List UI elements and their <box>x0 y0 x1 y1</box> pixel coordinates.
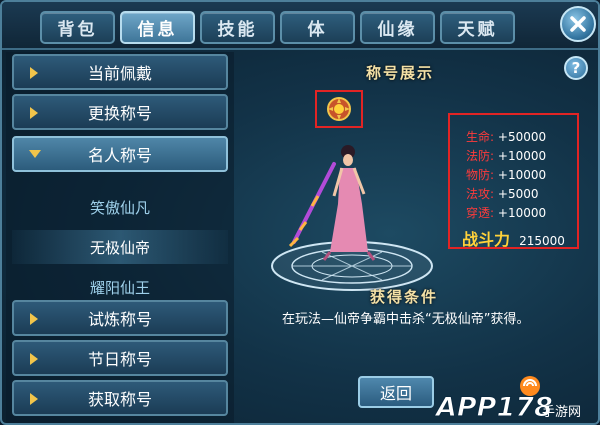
stat-value: +10000 <box>497 168 547 182</box>
sub-item-title-selected[interactable]: 无极仙帝 <box>12 230 228 264</box>
menu-label: 更换称号 <box>87 104 152 123</box>
stat-value: +10000 <box>497 206 547 220</box>
app178-watermark-logo: APP178 手游网 <box>434 376 581 423</box>
tab-body[interactable]: 体 <box>280 11 355 44</box>
character-figure-icon <box>288 145 376 261</box>
watermark-sub-text: 手游网 <box>542 405 581 420</box>
tab-info[interactable]: 信息 <box>120 11 195 44</box>
help-icon: ? <box>571 59 581 77</box>
tab-skills[interactable]: 技能 <box>200 11 275 44</box>
stat-key: 法攻 <box>466 187 491 201</box>
display-title: 称号展示 <box>366 64 435 82</box>
combat-power-label: 战斗力 <box>462 230 511 249</box>
stat-row: 法攻: +5000 <box>466 187 539 201</box>
menu-label: 获取称号 <box>87 390 152 409</box>
chevron-right-icon <box>30 313 38 325</box>
stat-row: 穿透: +10000 <box>466 206 547 220</box>
menu-festival-title[interactable]: 节日称号 <box>12 340 228 376</box>
menu-label: 当前佩戴 <box>87 64 152 83</box>
chevron-right-icon <box>30 107 38 119</box>
stat-key: 物防 <box>466 168 491 182</box>
tab-fate[interactable]: 仙缘 <box>360 11 435 44</box>
stat-key: 生命 <box>466 130 491 144</box>
combat-power-value: 215000 <box>519 234 565 248</box>
stats-panel: 生命: +50000 法防: +10000 物防: +10000 法攻: +50… <box>448 113 579 249</box>
menu-change-title[interactable]: 更换称号 <box>12 94 228 130</box>
watermark-main-text: APP178 <box>434 392 553 423</box>
title-badge-icon[interactable] <box>326 96 352 122</box>
stat-key: 法防 <box>466 149 491 163</box>
help-button[interactable]: ? <box>564 56 588 80</box>
close-button[interactable] <box>560 6 596 42</box>
stat-value: +50000 <box>497 130 547 144</box>
chevron-right-icon <box>30 353 38 365</box>
tab-bar: 背包 信息 技能 体 仙缘 天赋 <box>2 2 598 50</box>
stat-value: +10000 <box>497 149 547 163</box>
sub-item-title[interactable]: 耀阳仙王 <box>12 270 228 304</box>
menu-label: 节日称号 <box>87 350 152 369</box>
stat-row: 生命: +50000 <box>466 130 547 144</box>
character-preview <box>271 145 433 291</box>
menu-current-worn[interactable]: 当前佩戴 <box>12 54 228 90</box>
tab-talent[interactable]: 天赋 <box>440 11 515 44</box>
stat-row: 物防: +10000 <box>466 168 547 182</box>
combat-power: 战斗力 215000 <box>462 226 565 250</box>
stat-row: 法防: +10000 <box>466 149 547 163</box>
game-window: 背包 信息 技能 体 仙缘 天赋 当前佩戴 更换称号 名人称号 笑傲仙凡 无极仙… <box>0 0 600 425</box>
stat-value: +5000 <box>497 187 539 201</box>
menu-celebrity-title[interactable]: 名人称号 <box>12 136 228 172</box>
condition-title: 获得条件 <box>370 288 439 306</box>
condition-description: 在玩法—仙帝争霸中击杀“无极仙帝”获得。 <box>282 312 530 327</box>
menu-label: 试炼称号 <box>87 310 152 329</box>
chevron-right-icon <box>30 393 38 405</box>
menu-obtain-title[interactable]: 获取称号 <box>12 380 228 416</box>
chevron-right-icon <box>30 67 38 79</box>
tab-bag[interactable]: 背包 <box>40 11 115 44</box>
sub-item-title[interactable]: 笑傲仙凡 <box>12 190 228 224</box>
title-category-menu: 当前佩戴 更换称号 名人称号 笑傲仙凡 无极仙帝 耀阳仙王 试炼称号 节日称号 … <box>6 52 234 423</box>
close-icon <box>570 16 586 32</box>
title-badge-highlight <box>315 90 363 128</box>
chevron-down-icon <box>29 150 41 158</box>
menu-trial-title[interactable]: 试炼称号 <box>12 300 228 336</box>
stat-key: 穿透 <box>466 206 491 220</box>
menu-label: 名人称号 <box>87 146 152 165</box>
back-button[interactable]: 返回 <box>358 376 434 408</box>
